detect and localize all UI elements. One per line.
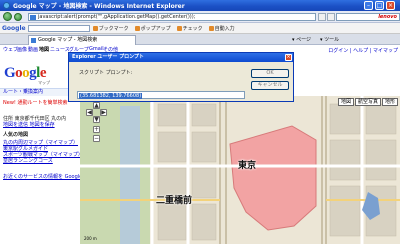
address-bar: javascript:alert(prompt("",gApplication.…	[0, 11, 400, 23]
pan-left-icon[interactable]: ◀	[86, 109, 93, 116]
toolbar-item[interactable]: 自動入力	[208, 25, 235, 32]
close-icon[interactable]: ×	[285, 54, 292, 61]
toolbar-item[interactable]: ポップアップ	[134, 25, 171, 32]
map-label-tokyo: 東京	[238, 161, 257, 171]
close-icon[interactable]: ×	[386, 1, 395, 10]
login-link[interactable]: ログイン	[328, 48, 348, 54]
pan-right-icon[interactable]: ▶	[100, 109, 107, 116]
back-icon[interactable]	[3, 12, 12, 21]
address-url: javascript:alert(prompt("",gApplication.…	[38, 14, 196, 20]
map-label-nijubashimae: 二重橋前	[156, 196, 193, 206]
mymaps-link[interactable]: マイマップ	[373, 48, 398, 54]
ie-icon	[3, 2, 10, 9]
stop-icon[interactable]	[327, 13, 335, 21]
popular-heading: 人気の地図	[3, 132, 29, 138]
window-title: Google マップ - 地図検索 - Windows Internet Exp…	[13, 3, 185, 10]
autofill-icon	[208, 25, 214, 31]
toolbar-item[interactable]: チェック	[176, 25, 203, 32]
refresh-icon[interactable]	[318, 13, 326, 21]
check-icon	[176, 25, 182, 31]
map-type-satellite[interactable]: 航空写真	[354, 98, 381, 106]
nav-link[interactable]: 画像	[17, 46, 27, 53]
nav-link-active[interactable]: 地図	[39, 46, 49, 53]
map-actions-link[interactable]: 地図を送信 地図を保存	[3, 121, 55, 128]
map-type-map[interactable]: 地図	[337, 98, 354, 106]
address-input[interactable]: javascript:alert(prompt("",gApplication.…	[28, 13, 316, 21]
help-link[interactable]: ヘルプ	[353, 48, 368, 54]
ok-button[interactable]: OK	[251, 69, 289, 78]
prompt-input-value: (35.681382, 139.76608)	[79, 93, 143, 99]
forward-icon[interactable]	[14, 13, 22, 21]
prompt-input[interactable]: (35.681382, 139.76608)	[77, 91, 245, 99]
google-toolbar: Google ブックマーク ポップアップ チェック 自動入力	[0, 23, 400, 34]
popup-icon	[134, 25, 140, 31]
pan-up-icon[interactable]: ▲	[93, 102, 100, 109]
nav-link[interactable]: ニュース	[50, 46, 70, 53]
nav-link[interactable]: ウェブ	[3, 46, 18, 53]
logo-subtitle: マップ	[38, 80, 50, 85]
nav-link[interactable]: 動画	[28, 46, 38, 53]
toolbar-google-logo: Google	[2, 24, 26, 32]
search-brand: lenovo	[378, 14, 397, 20]
zoom-out-icon[interactable]: −	[93, 135, 100, 142]
search-input[interactable]: lenovo	[336, 13, 400, 21]
bookmark-icon	[92, 25, 98, 31]
prompt-dialog: Explorer ユーザー プロンプト × スクリプト プロンプト: OK キャ…	[68, 52, 294, 102]
tab-favicon-icon	[31, 38, 36, 43]
map-type-control: 地図 航空写真 地形	[337, 98, 398, 106]
results-bar[interactable]: ルート・乗換案内	[0, 88, 78, 96]
page-menu[interactable]: ▾ ページ	[292, 36, 311, 43]
tab-row: Google マップ - 地図検索 ▾ ページ ▾ ツール	[0, 34, 400, 45]
popular-link[interactable]: 皇居ランニングコース	[3, 157, 53, 164]
zoom-in-icon[interactable]: +	[93, 126, 100, 133]
tab-label: Google マップ - 地図検索	[38, 37, 98, 43]
dialog-prompt-text: スクリプト プロンプト:	[79, 70, 133, 76]
cancel-button[interactable]: キャンセル	[251, 81, 289, 90]
tab-google-maps[interactable]: Google マップ - 地図検索	[28, 35, 136, 45]
page-favicon-icon	[30, 15, 36, 20]
maximize-icon[interactable]: □	[375, 1, 384, 10]
new-feature-text: New! 通勤ルートを簡単検索	[3, 100, 68, 106]
google-logo: Google	[4, 65, 47, 81]
pan-down-icon[interactable]: ▼	[93, 116, 100, 123]
map-scale: 200 m	[84, 236, 97, 241]
tools-menu[interactable]: ▾ ツール	[320, 36, 339, 43]
map-canvas[interactable]: 東京 二重橋前 ▲ ◀ ▶ ▼ + − 地図 航空写真 地形 200 m	[80, 96, 400, 244]
toolbar-item[interactable]: ブックマーク	[92, 25, 129, 32]
dialog-title: Explorer ユーザー プロンプト	[69, 53, 293, 62]
map-type-terrain[interactable]: 地形	[381, 98, 398, 106]
toolbar-search-input[interactable]	[27, 24, 90, 32]
minimize-icon[interactable]: –	[364, 1, 373, 10]
account-links: ログイン | ヘルプ | マイマップ	[328, 48, 398, 54]
window-titlebar: Google マップ - 地図検索 - Windows Internet Exp…	[0, 0, 400, 11]
